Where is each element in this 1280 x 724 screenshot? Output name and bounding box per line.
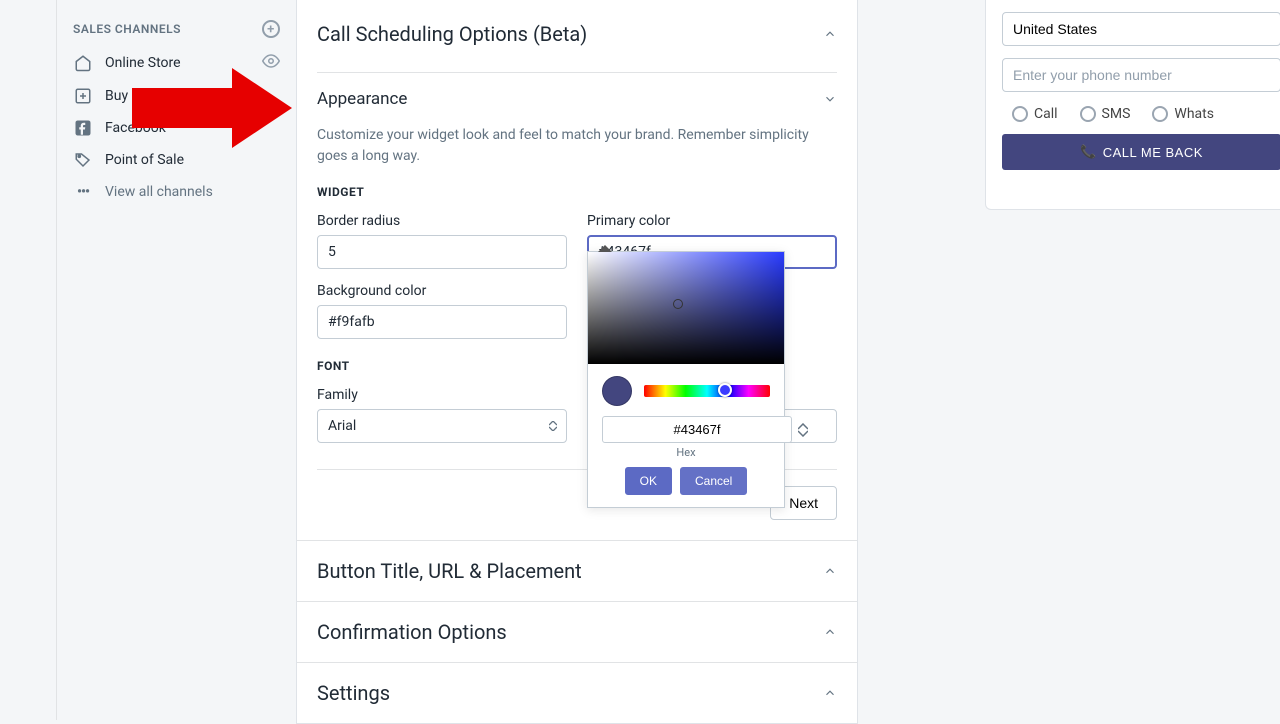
hex-input[interactable] <box>602 416 792 443</box>
home-icon <box>73 53 93 73</box>
picker-ok-button[interactable]: OK <box>625 467 672 495</box>
preview-radio-whats[interactable]: Whats <box>1152 106 1214 122</box>
sidebar-item-buy-button[interactable]: Buy Button <box>69 80 284 112</box>
background-color-label: Background color <box>317 283 567 299</box>
sidebar-item-label: Point of Sale <box>105 152 280 168</box>
primary-color-label: Primary color <box>587 213 837 229</box>
appearance-header[interactable]: Appearance <box>317 72 837 115</box>
hue-cursor[interactable] <box>718 383 732 397</box>
color-picker: Hex OK Cancel <box>587 251 785 508</box>
main-panel: Call Scheduling Options (Beta) Appearanc… <box>296 0 858 724</box>
sidebar-item-label: Online Store <box>105 55 250 71</box>
section-title: Button Title, URL & Placement <box>317 559 582 583</box>
preview-contact-options: Call SMS Whats <box>1012 106 1280 122</box>
radio-icon <box>1152 106 1168 122</box>
sidebar-item-label: Buy Button <box>105 88 280 104</box>
select-caret-icon <box>549 421 557 431</box>
font-family-label: Family <box>317 387 567 403</box>
sidebar-item-facebook[interactable]: Facebook <box>69 112 284 144</box>
radio-label: SMS <box>1102 106 1131 122</box>
chevron-up-icon <box>823 27 837 41</box>
section-title: Call Scheduling Options (Beta) <box>317 22 587 46</box>
sidebar-item-label: Facebook <box>105 120 280 136</box>
eye-icon[interactable] <box>262 52 280 74</box>
font-family-select[interactable] <box>317 409 567 443</box>
appearance-title: Appearance <box>317 89 407 109</box>
sidebar-item-label: View all channels <box>105 184 280 200</box>
sidebar: SALES CHANNELS + Online Store Buy Button… <box>56 0 296 720</box>
facebook-icon <box>73 118 93 138</box>
saturation-value-panel[interactable] <box>588 252 784 364</box>
section-title: Confirmation Options <box>317 620 507 644</box>
background-color-input[interactable] <box>317 305 567 339</box>
plus-square-icon <box>73 86 93 106</box>
sidebar-title: SALES CHANNELS <box>73 22 181 36</box>
chevron-up-icon <box>823 625 837 639</box>
preview-phone-input[interactable] <box>1002 58 1280 92</box>
preview-radio-sms[interactable]: SMS <box>1080 106 1131 122</box>
hue-slider[interactable] <box>644 385 770 397</box>
preview-country-select[interactable] <box>1002 12 1280 46</box>
phone-icon: 📞 <box>1080 144 1097 160</box>
radio-icon <box>1012 106 1028 122</box>
chevron-down-icon <box>823 92 837 106</box>
preview-cta-button[interactable]: 📞 CALL ME BACK <box>1002 134 1280 170</box>
color-swatch <box>602 376 632 406</box>
sidebar-item-online-store[interactable]: Online Store <box>69 46 284 80</box>
preview-radio-call[interactable]: Call <box>1012 106 1058 122</box>
sv-cursor[interactable] <box>673 299 683 309</box>
sidebar-header: SALES CHANNELS + <box>69 20 284 46</box>
widget-preview: Call SMS Whats 📞 CALL ME BACK <box>985 0 1280 210</box>
radio-label: Whats <box>1174 106 1214 122</box>
section-confirmation[interactable]: Confirmation Options <box>297 601 857 662</box>
appearance-description: Customize your widget look and feel to m… <box>317 125 837 167</box>
chevron-up-icon <box>823 686 837 700</box>
sidebar-item-view-all[interactable]: ••• View all channels <box>69 176 284 208</box>
border-radius-input[interactable] <box>317 235 567 269</box>
more-icon: ••• <box>73 182 93 202</box>
chevron-up-icon <box>823 564 837 578</box>
picker-cancel-button[interactable]: Cancel <box>680 467 747 495</box>
section-appearance: Appearance Customize your widget look an… <box>297 72 857 540</box>
radio-label: Call <box>1034 106 1058 122</box>
sidebar-item-pos[interactable]: Point of Sale <box>69 144 284 176</box>
tag-icon <box>73 150 93 170</box>
picker-arrow <box>598 245 612 252</box>
hex-label: Hex <box>588 443 784 467</box>
section-settings[interactable]: Settings <box>297 662 857 723</box>
radio-icon <box>1080 106 1096 122</box>
section-title: Settings <box>317 681 390 705</box>
section-call-scheduling[interactable]: Call Scheduling Options (Beta) <box>297 0 857 64</box>
add-channel-icon[interactable]: + <box>262 20 280 38</box>
border-radius-label: Border radius <box>317 213 567 229</box>
widget-group-label: WIDGET <box>317 185 837 199</box>
format-stepper[interactable] <box>798 423 808 437</box>
section-button-title[interactable]: Button Title, URL & Placement <box>297 540 857 601</box>
cta-label: CALL ME BACK <box>1103 145 1203 160</box>
